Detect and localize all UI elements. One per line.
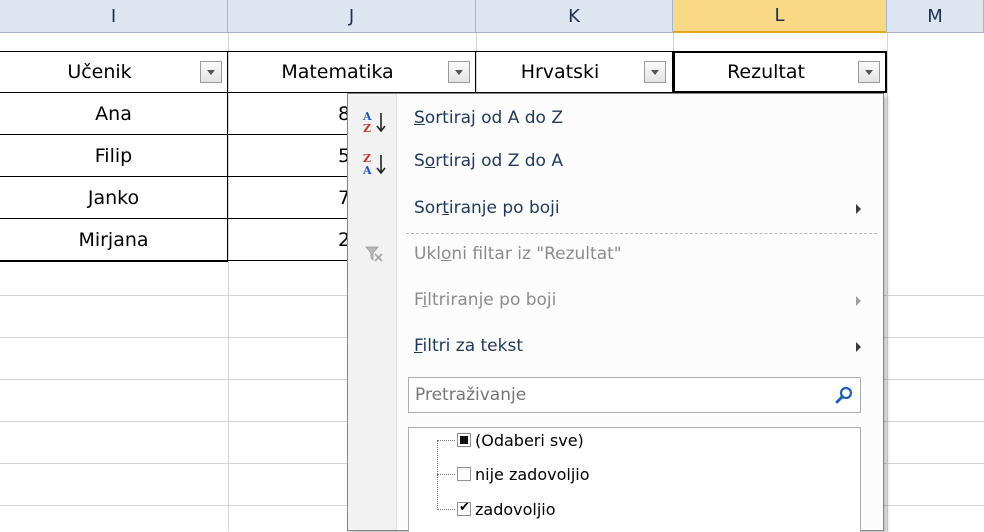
filter-dropdown-icon[interactable] xyxy=(858,61,880,83)
cell-student-name: Janko xyxy=(87,186,140,209)
menu-item-sort-za[interactable]: Sortiraj od Z do A xyxy=(414,151,563,171)
menu-item-text-filters[interactable]: Filtri za tekst xyxy=(414,336,523,356)
table-row[interactable]: Filip xyxy=(0,135,228,177)
column-header-k[interactable]: K xyxy=(476,0,673,33)
filter-value-list: (Odaberi sve) nije zadovoljio ✔ zadovolj… xyxy=(408,427,861,532)
svg-text:A: A xyxy=(362,164,372,176)
menu-item-filter-by-color[interactable]: Filtriranje po boji xyxy=(414,290,556,310)
list-item-label: zadovoljio xyxy=(475,499,556,519)
cell-student-name: Mirjana xyxy=(78,228,149,251)
checkbox-checked[interactable]: ✔ xyxy=(457,500,471,516)
list-item-label: nije zadovoljio xyxy=(475,464,590,484)
header-label-ucenik: Učenik xyxy=(67,61,132,83)
menu-separator xyxy=(406,233,877,234)
table-row[interactable]: Ana xyxy=(0,93,228,135)
checkbox-partial[interactable] xyxy=(457,433,471,447)
checkbox-unchecked[interactable] xyxy=(457,467,471,481)
header-label-hrvatski: Hrvatski xyxy=(520,61,600,83)
svg-text:Z: Z xyxy=(363,122,371,134)
table-row[interactable]: Janko xyxy=(0,177,228,219)
tree-connector xyxy=(437,440,438,510)
menu-item-sort-by-color[interactable]: Sortiranje po boji xyxy=(414,198,560,218)
header-cell-matematika[interactable]: Matematika xyxy=(228,51,476,93)
column-header-i[interactable]: I xyxy=(0,0,228,33)
table-row[interactable]: Mirjana xyxy=(0,219,228,261)
menu-item-clear-filter[interactable]: Ukloni filtar iz "Rezultat" xyxy=(414,244,622,264)
filter-search-box[interactable] xyxy=(408,377,861,413)
header-cell-ucenik[interactable]: Učenik xyxy=(0,51,228,93)
autofilter-menu: A Z Sortiraj od A do Z Z A Sortiraj od Z… xyxy=(347,93,884,532)
list-item-zadovoljio[interactable]: ✔ zadovoljio xyxy=(457,498,556,520)
header-cell-rezultat[interactable]: Rezultat xyxy=(673,51,887,93)
column-header-j[interactable]: J xyxy=(228,0,476,33)
checkmark-icon: ✔ xyxy=(459,500,470,515)
submenu-arrow-icon xyxy=(856,296,861,306)
submenu-arrow-icon xyxy=(856,342,861,352)
column-header-l[interactable]: L xyxy=(673,0,887,33)
sort-az-icon: A Z xyxy=(362,110,386,134)
header-label-rezultat: Rezultat xyxy=(727,61,805,83)
menu-item-sort-az[interactable]: Sortiraj od A do Z xyxy=(414,108,563,128)
filter-dropdown-icon[interactable] xyxy=(200,61,222,83)
filter-dropdown-icon[interactable] xyxy=(448,61,470,83)
clear-filter-icon xyxy=(365,246,383,262)
cell-student-name: Ana xyxy=(95,102,132,125)
header-label-matematika: Matematika xyxy=(281,61,394,83)
column-header-m[interactable]: M xyxy=(887,0,984,33)
list-item-select-all[interactable]: (Odaberi sve) xyxy=(457,429,584,451)
sort-za-icon: Z A xyxy=(362,152,386,176)
search-icon[interactable] xyxy=(834,385,854,405)
list-item-nije-zadovoljio[interactable]: nije zadovoljio xyxy=(457,463,590,485)
filter-dropdown-icon[interactable] xyxy=(644,61,666,83)
submenu-arrow-icon xyxy=(856,204,861,214)
list-item-label: (Odaberi sve) xyxy=(475,430,584,450)
filter-search-input[interactable] xyxy=(415,384,815,406)
cell-student-name: Filip xyxy=(94,144,133,167)
